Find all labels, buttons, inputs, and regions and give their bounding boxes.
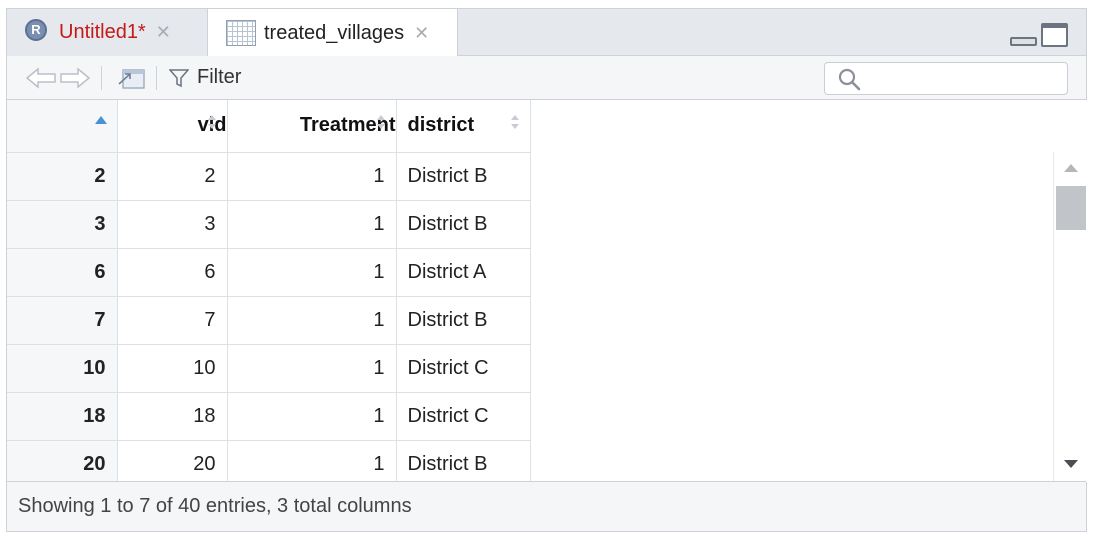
column-header-treatment[interactable]: Treatment bbox=[227, 100, 397, 153]
table-row: 18 18 1 District C bbox=[7, 392, 531, 441]
row-name-cell: 10 bbox=[7, 344, 118, 393]
table-row: 3 3 1 District B bbox=[7, 200, 531, 249]
scroll-up-icon[interactable] bbox=[1064, 164, 1078, 172]
filter-label: Filter bbox=[197, 66, 242, 88]
treatment-cell: 1 bbox=[227, 152, 397, 201]
district-cell: District B bbox=[396, 440, 531, 482]
treatment-cell: 1 bbox=[227, 200, 397, 249]
toolbar-divider bbox=[101, 65, 102, 90]
tab-strip: R Untitled1* ✕ treated_villages ✕ bbox=[7, 9, 1086, 57]
district-cell: District B bbox=[396, 296, 531, 345]
data-viewer-pane: R Untitled1* ✕ treated_villages ✕ Filter… bbox=[6, 8, 1087, 532]
district-cell: District C bbox=[396, 392, 531, 441]
sort-ascending-icon bbox=[94, 116, 107, 124]
status-text: Showing 1 to 7 of 40 entries, 3 total co… bbox=[18, 495, 412, 517]
status-bar: Showing 1 to 7 of 40 entries, 3 total co… bbox=[7, 481, 1086, 531]
row-name-cell: 6 bbox=[7, 248, 118, 297]
close-icon[interactable]: ✕ bbox=[156, 22, 171, 43]
popout-window-icon[interactable] bbox=[116, 66, 146, 90]
tab-untitled1[interactable]: R Untitled1* ✕ bbox=[7, 9, 207, 56]
data-table-area: vid Treatment district bbox=[7, 100, 1087, 482]
sort-icon bbox=[510, 115, 519, 129]
vid-cell: 3 bbox=[117, 200, 228, 249]
table-grid-icon bbox=[226, 20, 256, 46]
search-icon bbox=[838, 68, 861, 90]
treatment-cell: 1 bbox=[227, 296, 397, 345]
column-header-label: district bbox=[407, 114, 475, 137]
sort-icon bbox=[207, 115, 216, 129]
scroll-thumb[interactable] bbox=[1056, 186, 1086, 230]
table-row: 6 6 1 District A bbox=[7, 248, 531, 297]
row-name-cell: 18 bbox=[7, 392, 118, 441]
column-header-vid[interactable]: vid bbox=[117, 100, 228, 153]
district-cell: District C bbox=[396, 344, 531, 393]
toolbar: Filter bbox=[7, 56, 1086, 100]
vertical-scrollbar[interactable] bbox=[1053, 152, 1087, 482]
treatment-cell: 1 bbox=[227, 344, 397, 393]
vid-cell: 7 bbox=[117, 296, 228, 345]
window-controls bbox=[1010, 23, 1068, 47]
district-cell: District B bbox=[396, 200, 531, 249]
vid-cell: 20 bbox=[117, 440, 228, 482]
filter-icon bbox=[169, 68, 189, 87]
tab-label: Untitled1* bbox=[59, 21, 146, 43]
tab-label: treated_villages bbox=[264, 21, 405, 44]
row-name-cell: 20 bbox=[7, 440, 118, 482]
vid-cell: 6 bbox=[117, 248, 228, 297]
district-cell: District B bbox=[396, 152, 531, 201]
maximize-icon[interactable] bbox=[1041, 23, 1068, 47]
toolbar-divider bbox=[156, 65, 157, 90]
back-arrow-icon[interactable] bbox=[25, 66, 57, 89]
search-input[interactable] bbox=[824, 62, 1068, 95]
forward-arrow-icon[interactable] bbox=[59, 66, 91, 89]
vid-cell: 2 bbox=[117, 152, 228, 201]
treatment-cell: 1 bbox=[227, 248, 397, 297]
treatment-cell: 1 bbox=[227, 392, 397, 441]
minimize-icon[interactable] bbox=[1010, 37, 1037, 46]
table-row: 20 20 1 District B bbox=[7, 440, 531, 482]
r-script-icon: R bbox=[25, 18, 47, 41]
district-cell: District A bbox=[396, 248, 531, 297]
column-header-district[interactable]: district bbox=[396, 100, 531, 153]
table-row: 7 7 1 District B bbox=[7, 296, 531, 345]
treatment-cell: 1 bbox=[227, 440, 397, 482]
tab-treated-villages[interactable]: treated_villages ✕ bbox=[207, 9, 458, 57]
scroll-down-icon[interactable] bbox=[1064, 460, 1078, 468]
close-icon[interactable]: ✕ bbox=[414, 23, 429, 44]
row-name-cell: 7 bbox=[7, 296, 118, 345]
vid-cell: 10 bbox=[117, 344, 228, 393]
nav-arrows bbox=[25, 66, 91, 89]
table-row: 10 10 1 District C bbox=[7, 344, 531, 393]
table-row: 2 2 1 District B bbox=[7, 152, 531, 201]
row-name-cell: 3 bbox=[7, 200, 118, 249]
row-name-cell: 2 bbox=[7, 152, 118, 201]
sort-icon bbox=[376, 115, 385, 129]
data-table: vid Treatment district bbox=[7, 100, 531, 482]
table-header-row: vid Treatment district bbox=[7, 100, 531, 153]
column-header-rownames[interactable] bbox=[7, 100, 118, 153]
filter-button[interactable]: Filter bbox=[169, 66, 241, 89]
vid-cell: 18 bbox=[117, 392, 228, 441]
